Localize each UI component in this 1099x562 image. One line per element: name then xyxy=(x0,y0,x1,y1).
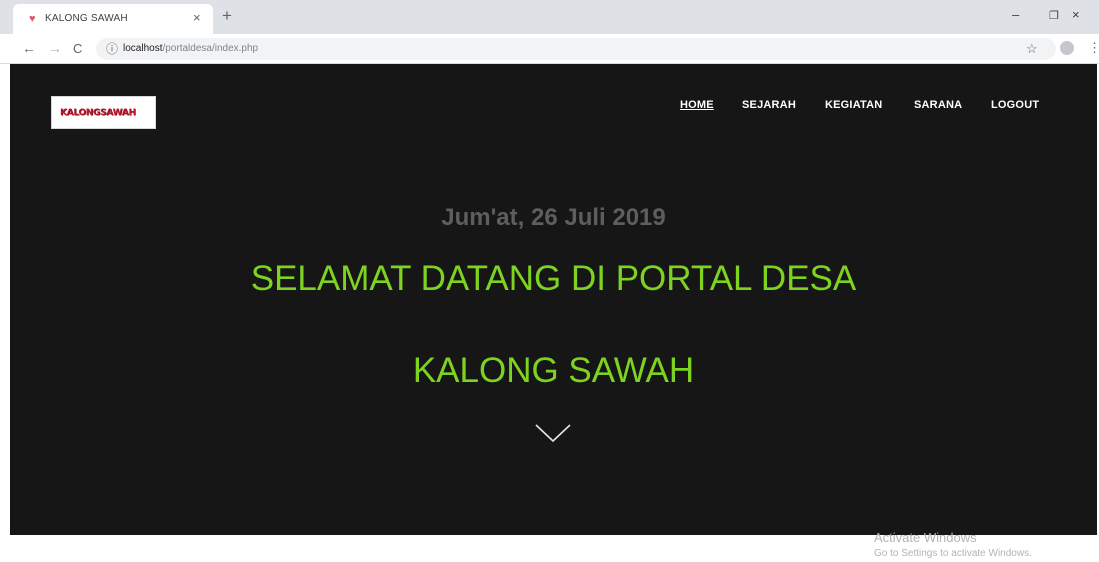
page: ♥ KALONG SAWAH × + – ❐ × ← → C ⓘ localho… xyxy=(0,0,1099,562)
nav-item-sejarah[interactable]: SEJARAH xyxy=(742,98,796,112)
welcome-headline: SELAMAT DATANG DI PORTAL DESA xyxy=(250,259,857,298)
village-name-headline: KALONG SAWAH xyxy=(412,351,695,390)
site-hero: KALONGSAWAH HOME SEJARAH KEGIATAN SARANA… xyxy=(10,64,1097,535)
url-text[interactable]: localhost/portaldesa/index.php xyxy=(123,42,258,56)
nav-item-sarana[interactable]: SARANA xyxy=(914,98,962,112)
nav-item-home[interactable]: HOME xyxy=(680,98,714,112)
profile-avatar-icon[interactable] xyxy=(1060,41,1074,55)
tab-title: KALONG SAWAH xyxy=(45,13,128,24)
info-icon[interactable]: ⓘ xyxy=(106,41,118,57)
address-bar[interactable]: ⓘ localhost/portaldesa/index.php ☆ xyxy=(96,38,1056,60)
browser-tabstrip: ♥ KALONG SAWAH × + – ❐ × xyxy=(0,0,1099,34)
window-close-button[interactable]: × xyxy=(1072,8,1080,22)
nav-item-logout[interactable]: LOGOUT xyxy=(991,98,1039,112)
activate-windows-title: Activate Windows xyxy=(874,530,977,545)
activate-windows-subtitle: Go to Settings to activate Windows. xyxy=(874,548,1032,559)
url-host: localhost xyxy=(123,43,163,54)
nav-item-kegiatan[interactable]: KEGIATAN xyxy=(825,98,882,112)
maximize-button[interactable]: ❐ xyxy=(1049,9,1059,23)
back-arrow-icon[interactable]: ← xyxy=(22,40,36,56)
reload-icon[interactable]: C xyxy=(73,41,82,57)
current-date: Jum'at, 26 Juli 2019 xyxy=(441,204,666,231)
browser-menu-icon[interactable]: ⋮ xyxy=(1088,40,1099,56)
forward-arrow-icon[interactable]: → xyxy=(48,40,62,56)
new-tab-button[interactable]: + xyxy=(222,7,232,24)
browser-tab[interactable]: ♥ KALONG SAWAH × xyxy=(13,4,213,34)
heart-icon: ♥ xyxy=(29,13,36,25)
main-nav: HOME SEJARAH KEGIATAN SARANA LOGOUT xyxy=(10,98,1097,114)
browser-toolbar: ← → C ⓘ localhost/portaldesa/index.php ☆… xyxy=(0,34,1099,64)
url-path: /portaldesa/index.php xyxy=(162,43,259,54)
bookmark-star-icon[interactable]: ☆ xyxy=(1026,40,1038,58)
chevron-down-icon[interactable] xyxy=(534,422,572,444)
close-tab-icon[interactable]: × xyxy=(193,11,201,25)
minimize-button[interactable]: – xyxy=(1012,8,1019,22)
